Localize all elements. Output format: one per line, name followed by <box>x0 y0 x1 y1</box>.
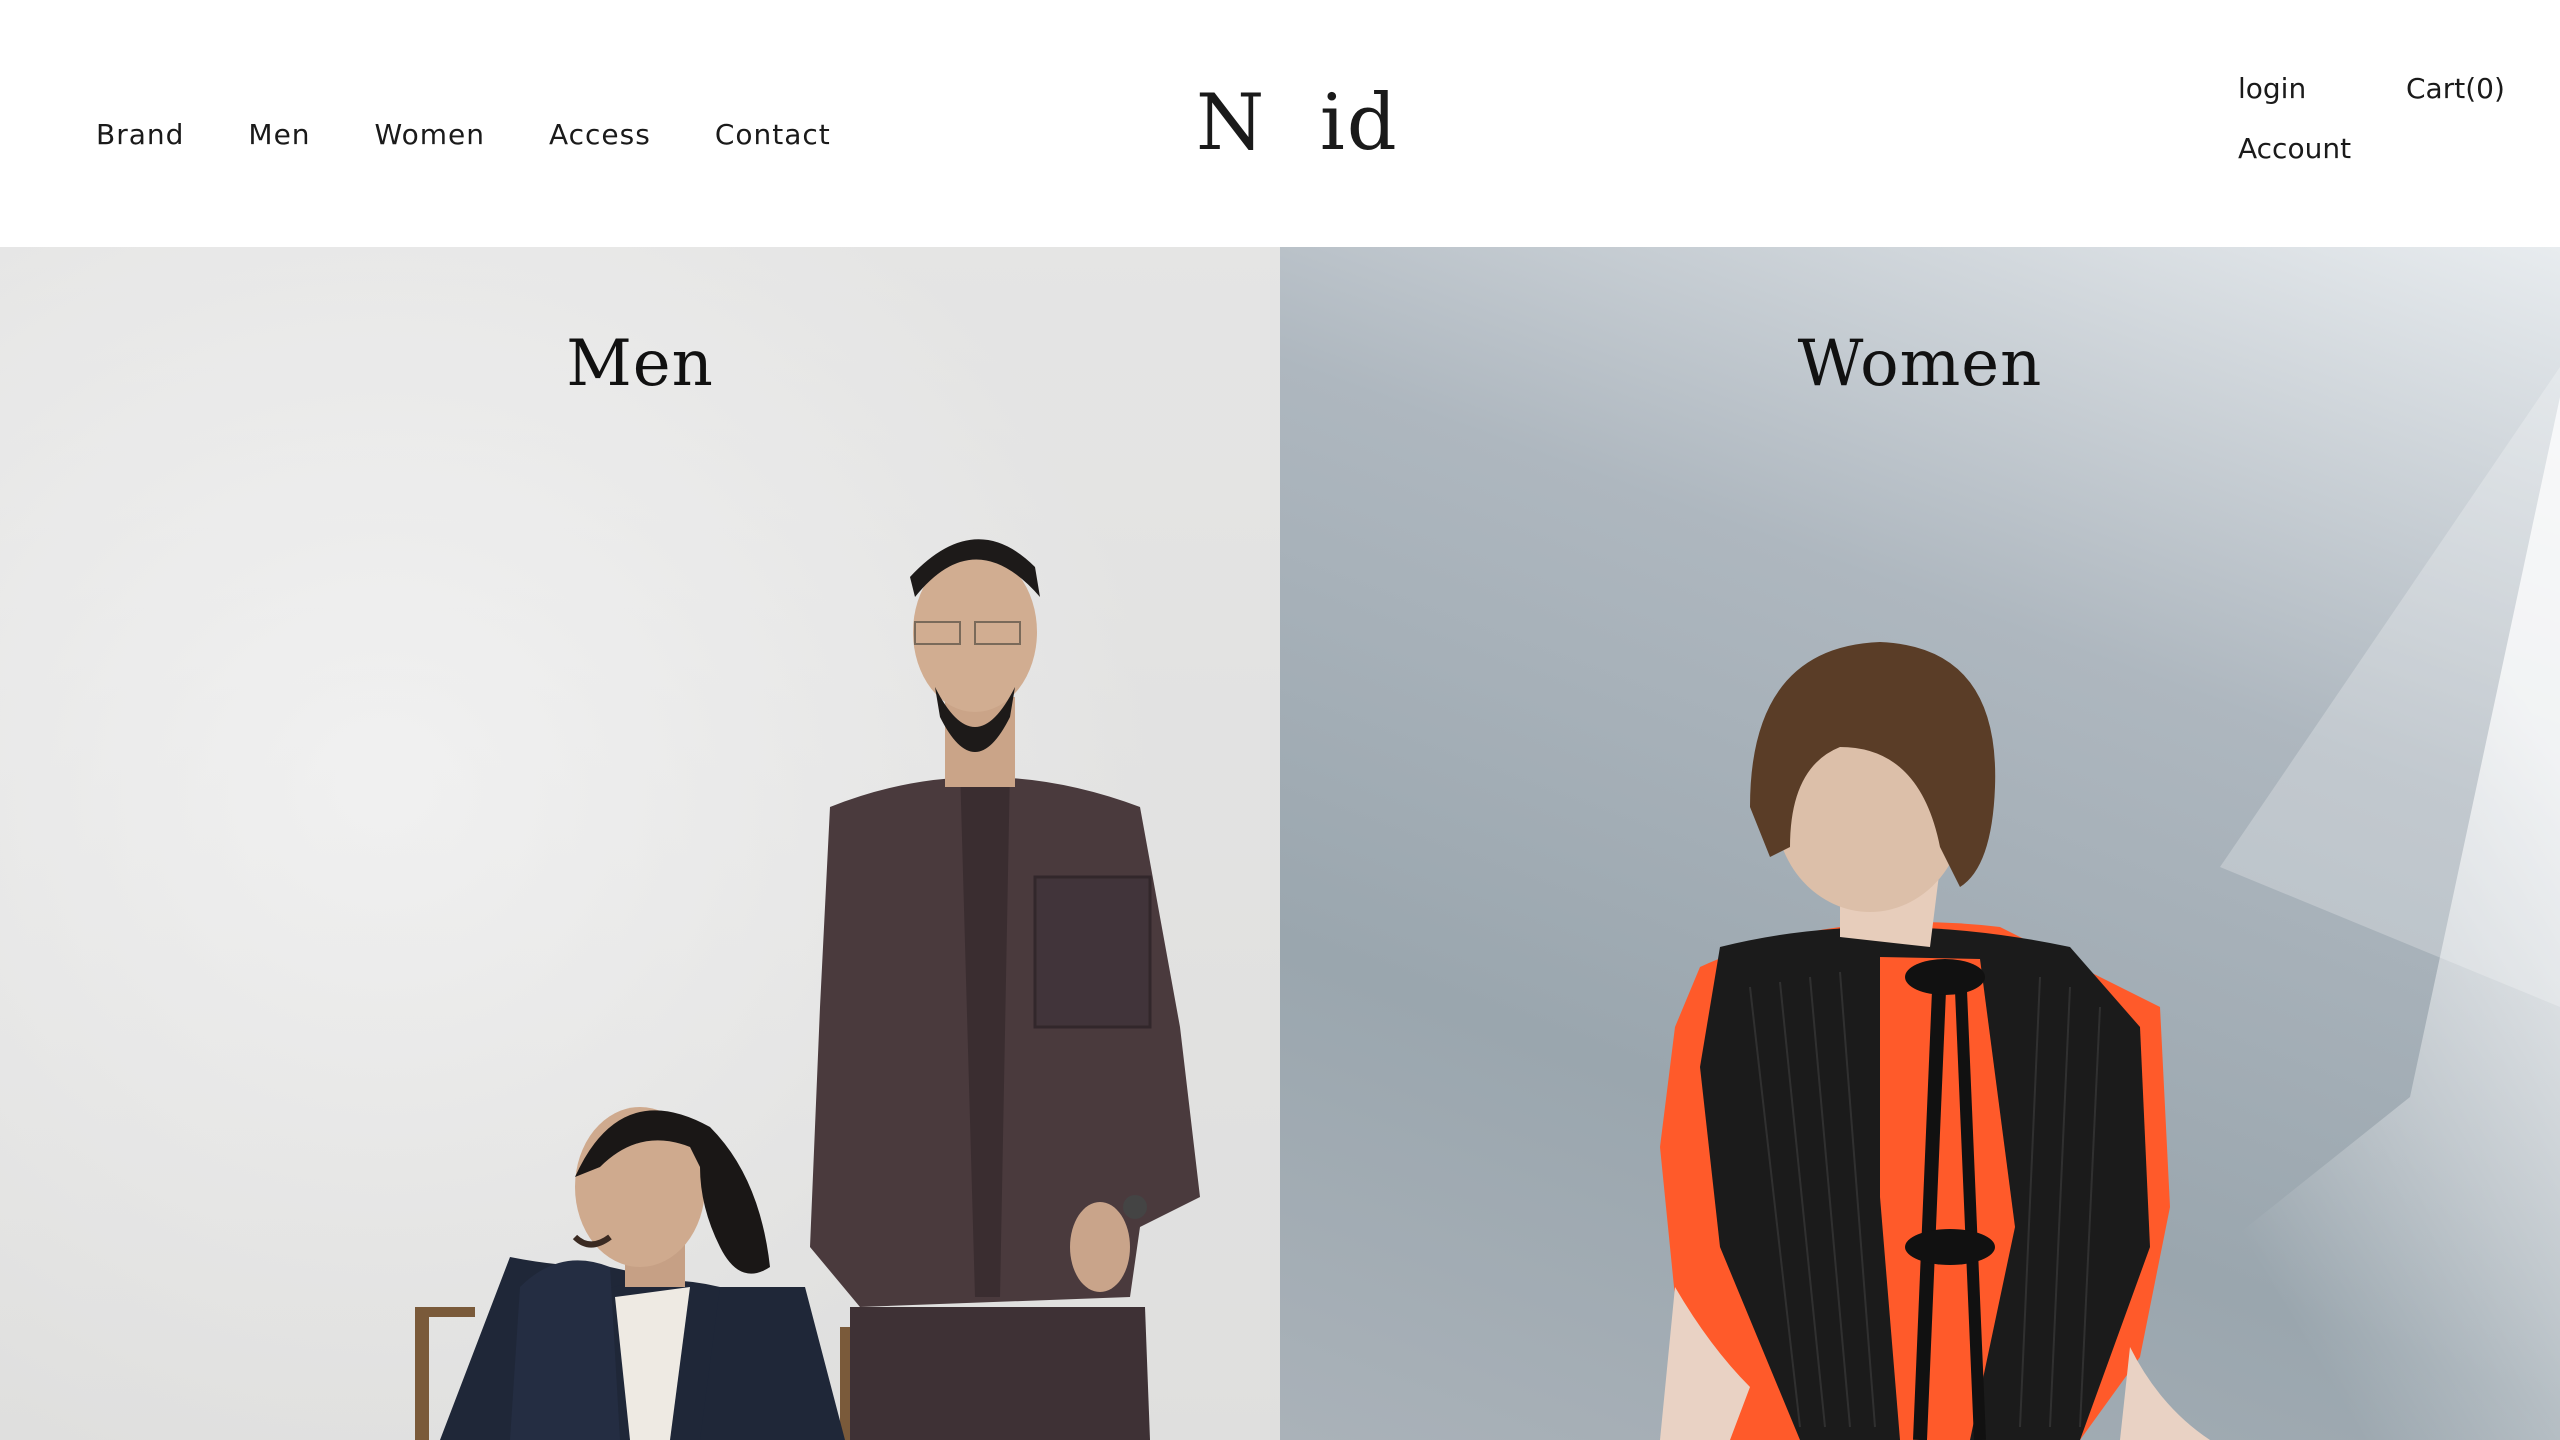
site-header: Brand Men Women Access Contact N id logi… <box>0 0 2560 247</box>
men-panel[interactable]: Men <box>0 247 1280 1440</box>
women-panel[interactable]: Women <box>1280 247 2560 1440</box>
nav-contact[interactable]: Contact <box>715 118 831 151</box>
women-panel-title[interactable]: Women <box>1280 327 2560 401</box>
account-link[interactable]: Account <box>2238 132 2351 165</box>
nav-women[interactable]: Women <box>375 118 485 151</box>
nav-brand[interactable]: Brand <box>96 118 184 151</box>
women-photo <box>1660 367 2560 1440</box>
category-panels: Men Women <box>0 247 2560 1440</box>
login-link[interactable]: login <box>2238 72 2306 105</box>
men-photo <box>0 247 1280 1440</box>
nav-access[interactable]: Access <box>549 118 651 151</box>
cart-link[interactable]: Cart(0) <box>2406 72 2505 105</box>
nav-men[interactable]: Men <box>248 118 310 151</box>
men-panel-title[interactable]: Men <box>0 327 1280 401</box>
main-nav: Brand Men Women Access Contact <box>96 118 895 151</box>
account-area: login Cart(0) Account <box>2238 72 2538 182</box>
site-logo[interactable]: N id <box>1196 78 1399 168</box>
